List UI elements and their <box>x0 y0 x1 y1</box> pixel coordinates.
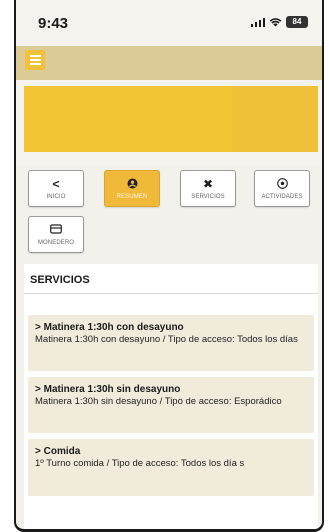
signal-icon <box>250 17 265 27</box>
service-card-title: > Matinera 1:30h con desayuno <box>35 322 184 333</box>
nav-tile-monedero[interactable]: MONEDERO <box>28 216 84 253</box>
user-icon <box>127 178 138 191</box>
nav-tile-label: RESUMEN <box>116 193 148 200</box>
service-card-description: 1º Turno comida / Tipo de acceso: Todos … <box>35 458 245 469</box>
status-time: 9:43 <box>38 15 69 32</box>
nav-tile-actividades[interactable]: ACTIVIDADES <box>254 170 310 207</box>
status-icons: 84 <box>250 16 308 28</box>
phone-frame: 9:43 84 < INICIO RESUMEN ✖ SERVICIOS ACT… <box>14 0 324 532</box>
service-card-description: Matinera 1:30h sin desayuno / Tipo de ac… <box>35 396 282 407</box>
nav-tile-resumen[interactable]: RESUMEN <box>104 170 160 207</box>
status-bar: 9:43 84 <box>16 0 322 46</box>
nav-tile-label: MONEDERO <box>37 239 75 246</box>
wallet-icon <box>50 223 62 237</box>
soccer-ball-icon <box>276 177 288 191</box>
battery-icon: 84 <box>286 16 308 28</box>
services-panel: SERVICIOS > Matinera 1:30h con desayuno … <box>24 264 318 529</box>
section-title: SERVICIOS <box>30 274 90 286</box>
service-card[interactable]: > Matinera 1:30h sin desayuno Matinera 1… <box>28 377 314 433</box>
hamburger-icon[interactable] <box>25 50 45 70</box>
nav-tile-label: SERVICIOS <box>191 193 225 200</box>
service-card[interactable]: > Matinera 1:30h con desayuno Matinera 1… <box>28 315 314 371</box>
nav-tile-servicios[interactable]: ✖ SERVICIOS <box>180 170 236 207</box>
tools-icon: ✖ <box>202 176 214 191</box>
nav-grid: < INICIO RESUMEN ✖ SERVICIOS ACTIVIDADES… <box>16 166 322 264</box>
wifi-icon <box>269 18 282 27</box>
service-card-description: Matinera 1:30h con desayuno / Tipo de ac… <box>35 334 298 345</box>
top-bar <box>16 46 322 80</box>
nav-tile-label: ACTIVIDADES <box>261 193 303 200</box>
service-card-title: > Comida <box>35 446 81 457</box>
banner-image <box>24 86 318 152</box>
nav-tile-label: INICIO <box>46 193 66 200</box>
service-card[interactable]: > Comida 1º Turno comida / Tipo de acces… <box>28 439 314 496</box>
service-card-title: > Matinera 1:30h sin desayuno <box>35 384 181 395</box>
nav-tile-inicio[interactable]: < INICIO <box>28 170 84 207</box>
divider <box>24 293 318 294</box>
hero-area <box>16 80 322 166</box>
chevron-left-icon: < <box>52 176 60 191</box>
